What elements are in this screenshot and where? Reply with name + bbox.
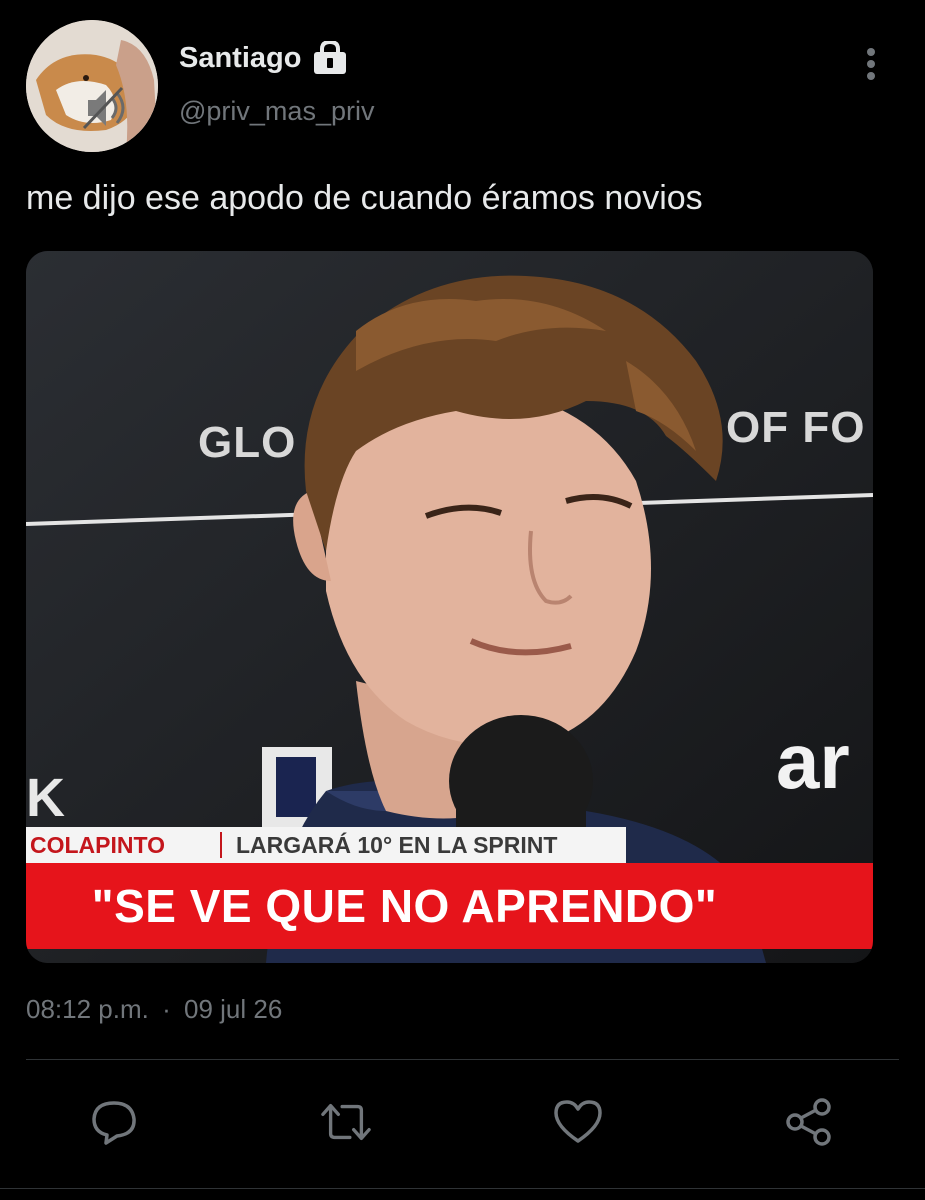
bottom-divider (0, 1188, 925, 1189)
retweet-button[interactable] (321, 1097, 371, 1147)
lower-third-divider (220, 832, 222, 858)
more-options-button[interactable] (854, 44, 888, 84)
lower-third-top-bar: COLAPINTO LARGARÁ 10° EN LA SPRINT (26, 827, 626, 863)
tweet-media[interactable]: GLO OF FO ar K COLAPINTO LARGARÁ 10° EN … (26, 251, 873, 963)
lock-icon (313, 41, 347, 75)
tweet: Santiago @priv_mas_priv me dijo ese apod… (0, 0, 925, 1200)
tweet-time: 08:12 p.m. (26, 994, 149, 1024)
reply-button[interactable] (89, 1097, 139, 1147)
divider (26, 1059, 899, 1060)
avatar[interactable] (26, 20, 158, 152)
display-name[interactable]: Santiago (179, 40, 301, 76)
lower-third-subtitle: LARGARÁ 10° EN LA SPRINT (236, 831, 558, 858)
timestamp-separator: · (162, 994, 171, 1024)
lower-third-headline: "SE VE QUE NO APRENDO" (91, 880, 718, 932)
lower-third-headline-bar: "SE VE QUE NO APRENDO" (26, 863, 873, 949)
retweet-icon (321, 1103, 371, 1141)
more-icon (867, 48, 875, 80)
user-name-row: Santiago (179, 40, 347, 76)
heart-icon (554, 1100, 602, 1143)
tweet-text: me dijo ese apodo de cuando éramos novio… (26, 179, 703, 217)
tweet-timestamp[interactable]: 08:12 p.m. · 09 jul 26 (26, 993, 282, 1025)
user-handle[interactable]: @priv_mas_priv (179, 94, 374, 128)
reply-icon (92, 1101, 136, 1145)
avatar-photo (26, 20, 158, 152)
like-button[interactable] (553, 1097, 603, 1147)
share-button[interactable] (784, 1097, 834, 1147)
share-icon (786, 1098, 831, 1146)
lower-third-name: COLAPINTO (30, 831, 166, 858)
tweet-date: 09 jul 26 (184, 994, 283, 1024)
